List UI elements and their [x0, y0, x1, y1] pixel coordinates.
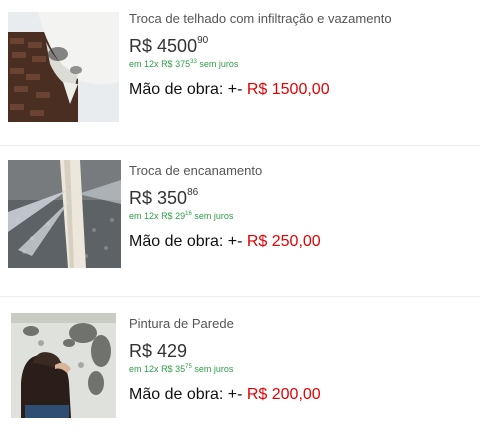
labor-value: R$ 200,00	[246, 386, 321, 403]
product-price: R$ 35086	[129, 187, 199, 208]
installments-info: em 12x R$ 2916 sem juros	[129, 211, 234, 221]
labor-value: R$ 250,00	[246, 233, 321, 250]
leaking-roof-image[interactable]	[8, 12, 119, 122]
labor-cost: Mão de obra: +- R$ 250,00	[129, 233, 321, 250]
product-item[interactable]: Pintura de Parede R$ 429 em 12x R$ 3575 …	[0, 297, 480, 437]
product-info: Pintura de Parede R$ 429 em 12x R$ 3575 …	[129, 316, 321, 404]
product-info: Troca de telhado com infiltração e vazam…	[129, 11, 392, 99]
product-info: Troca de encanamento R$ 35086 em 12x R$ …	[129, 163, 321, 251]
moldy-wall-image[interactable]	[11, 313, 116, 418]
burst-pipe-image[interactable]	[8, 160, 121, 268]
installments-info: em 12x R$ 37533 sem juros	[129, 59, 239, 69]
labor-value: R$ 1500,00	[246, 81, 330, 98]
installments-info: em 12x R$ 3575 sem juros	[129, 364, 234, 374]
labor-cost: Mão de obra: +- R$ 200,00	[129, 386, 321, 403]
product-price: R$ 429	[129, 341, 188, 361]
product-item[interactable]: Troca de telhado com infiltração e vazam…	[0, 0, 480, 140]
product-title[interactable]: Pintura de Parede	[129, 316, 321, 331]
product-price: R$ 450090	[129, 35, 209, 56]
labor-cost: Mão de obra: +- R$ 1500,00	[129, 81, 330, 98]
product-title[interactable]: Troca de telhado com infiltração e vazam…	[129, 11, 392, 26]
product-title[interactable]: Troca de encanamento	[129, 163, 321, 178]
product-item[interactable]: Troca de encanamento R$ 35086 em 12x R$ …	[0, 146, 480, 296]
